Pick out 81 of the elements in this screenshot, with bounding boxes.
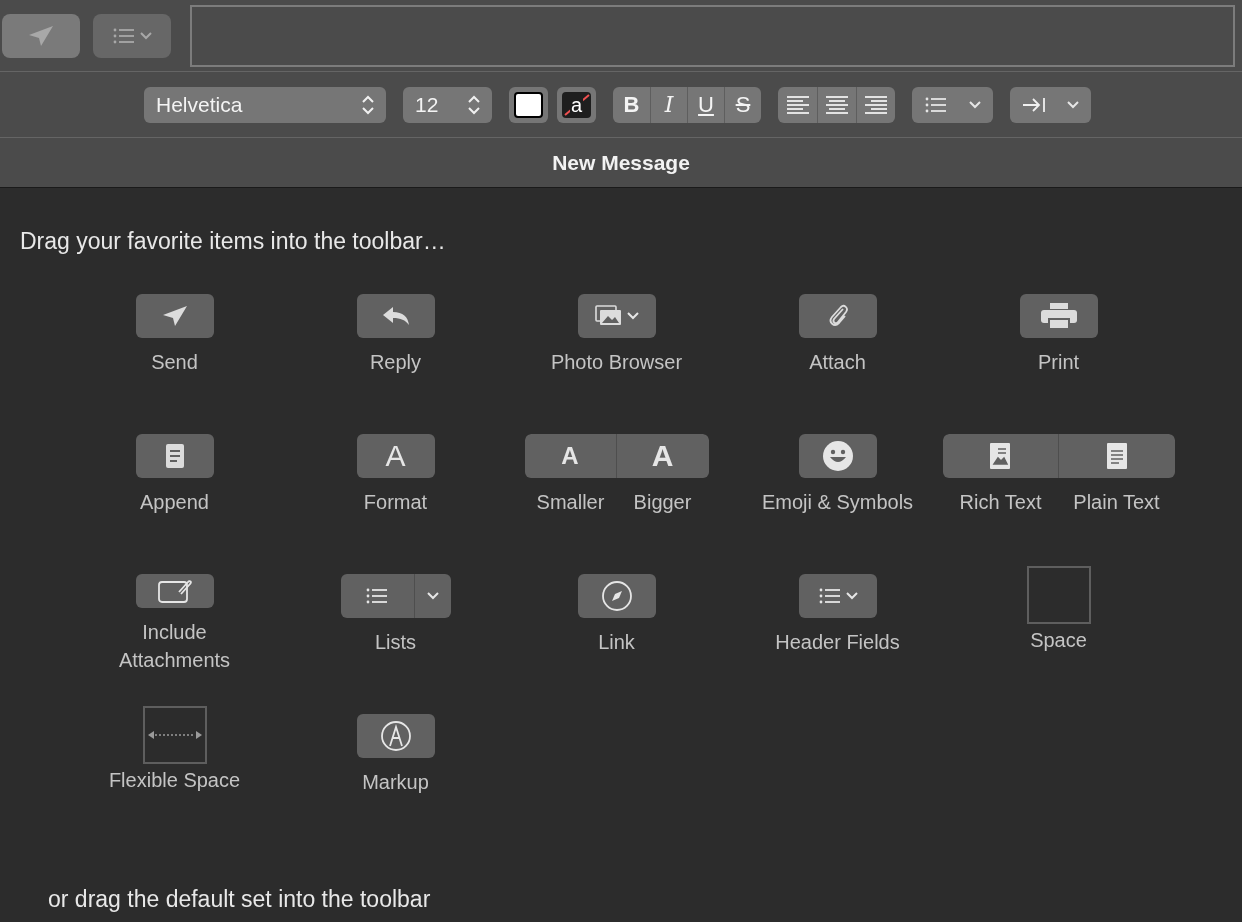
empty-field[interactable] (190, 4, 1235, 67)
font-size-popup[interactable]: 12 (403, 86, 492, 123)
instruction-text: or drag the default set into the toolbar (48, 885, 431, 914)
align-left-icon (785, 94, 810, 115)
attachment-icon (156, 577, 193, 604)
toolbar-item-button[interactable] (1058, 433, 1175, 478)
instruction-text: Drag your favorite items into the toolbar… (20, 227, 447, 256)
chevron-down-icon (969, 100, 981, 109)
item-label: Flexible Space (108, 767, 241, 793)
item-label: Attach (808, 349, 867, 375)
toolbar-item-button[interactable] (135, 293, 214, 338)
font-popup[interactable]: Helvetica (144, 86, 386, 123)
header-fields-button[interactable] (93, 13, 171, 58)
toolbar-item-button[interactable] (942, 433, 1059, 478)
toolbar-item-button[interactable] (798, 293, 877, 338)
item-label: Rich Text (959, 489, 1042, 515)
letter-glyph: A (561, 443, 579, 468)
letter-glyph: A (651, 440, 674, 471)
text-document-icon (1104, 441, 1129, 470)
toolbar-item-button[interactable] (577, 293, 656, 338)
item-label: Markup (361, 769, 430, 795)
item-label: Send (150, 349, 199, 375)
chevron-down-icon (426, 591, 439, 600)
item-label: Smaller (536, 489, 605, 515)
toolbar-item-button[interactable] (356, 293, 435, 338)
item-label: Link (597, 629, 636, 655)
letter-glyph: A (385, 440, 406, 471)
window-title: New Message (552, 149, 690, 176)
color-swatch (514, 91, 543, 118)
toolbar-item-button[interactable] (135, 433, 214, 478)
background-color-well[interactable]: a (557, 86, 596, 123)
chevron-down-icon (845, 591, 858, 600)
align-right-icon (864, 94, 888, 115)
chevron-down-icon (140, 31, 152, 40)
toolbar-item-button[interactable] (1019, 293, 1098, 338)
item-label: Format (362, 489, 429, 515)
item-label: Include Attachments (117, 619, 232, 673)
item-label: Reply (368, 349, 423, 375)
chevron-down-icon (626, 311, 639, 320)
pen-tip-icon (379, 719, 412, 752)
toolbar-item-button[interactable] (798, 433, 877, 478)
dropdown-button[interactable] (414, 573, 451, 618)
up-down-arrows-icon (362, 94, 374, 115)
compass-icon (600, 579, 633, 612)
item-label: Print (1036, 349, 1081, 375)
slash-icon (564, 93, 590, 116)
rich-document-icon (988, 441, 1012, 470)
text-style-button[interactable]: U (687, 86, 724, 123)
photos-icon (594, 304, 623, 327)
align-center-icon (825, 94, 849, 115)
text-color-well[interactable] (509, 86, 548, 123)
item-label: Emoji & Symbols (760, 489, 915, 515)
toolbar-item-button[interactable]: A (356, 433, 435, 478)
toolbar-item-button[interactable] (135, 573, 214, 608)
item-label: Photo Browser (549, 349, 684, 375)
flexible-space-placeholder[interactable] (142, 705, 207, 764)
text-style-button[interactable]: B (613, 86, 650, 123)
list-style-popup[interactable] (912, 86, 993, 123)
toolbar-item-button[interactable] (798, 573, 877, 618)
chevron-down-icon (1067, 100, 1079, 109)
printer-icon (1039, 301, 1078, 330)
item-label: Space (1030, 627, 1087, 653)
indent-popup[interactable] (1010, 86, 1091, 123)
item-label: Append (139, 489, 210, 515)
item-label: Bigger (633, 489, 692, 515)
toolbar-item-button[interactable] (340, 573, 415, 618)
item-label: Lists (374, 629, 417, 655)
paper-plane-icon (27, 23, 55, 48)
item-label: Header Fields (774, 629, 901, 655)
indent-arrow-icon (1022, 95, 1046, 114)
text-style-button[interactable]: I (650, 86, 687, 123)
toolbar-item-button[interactable] (577, 573, 656, 618)
toolbar-item-button[interactable]: A (616, 433, 709, 478)
item-label: Plain Text (1073, 489, 1160, 515)
double-arrow-icon (146, 729, 203, 740)
smiley-icon (821, 439, 854, 472)
toolbar-item-button[interactable]: A (524, 433, 617, 478)
send-button[interactable] (2, 13, 80, 58)
up-down-arrows-icon (468, 94, 480, 115)
text-style-button[interactable]: S (724, 86, 761, 123)
toolbar-item-button[interactable] (356, 713, 435, 758)
